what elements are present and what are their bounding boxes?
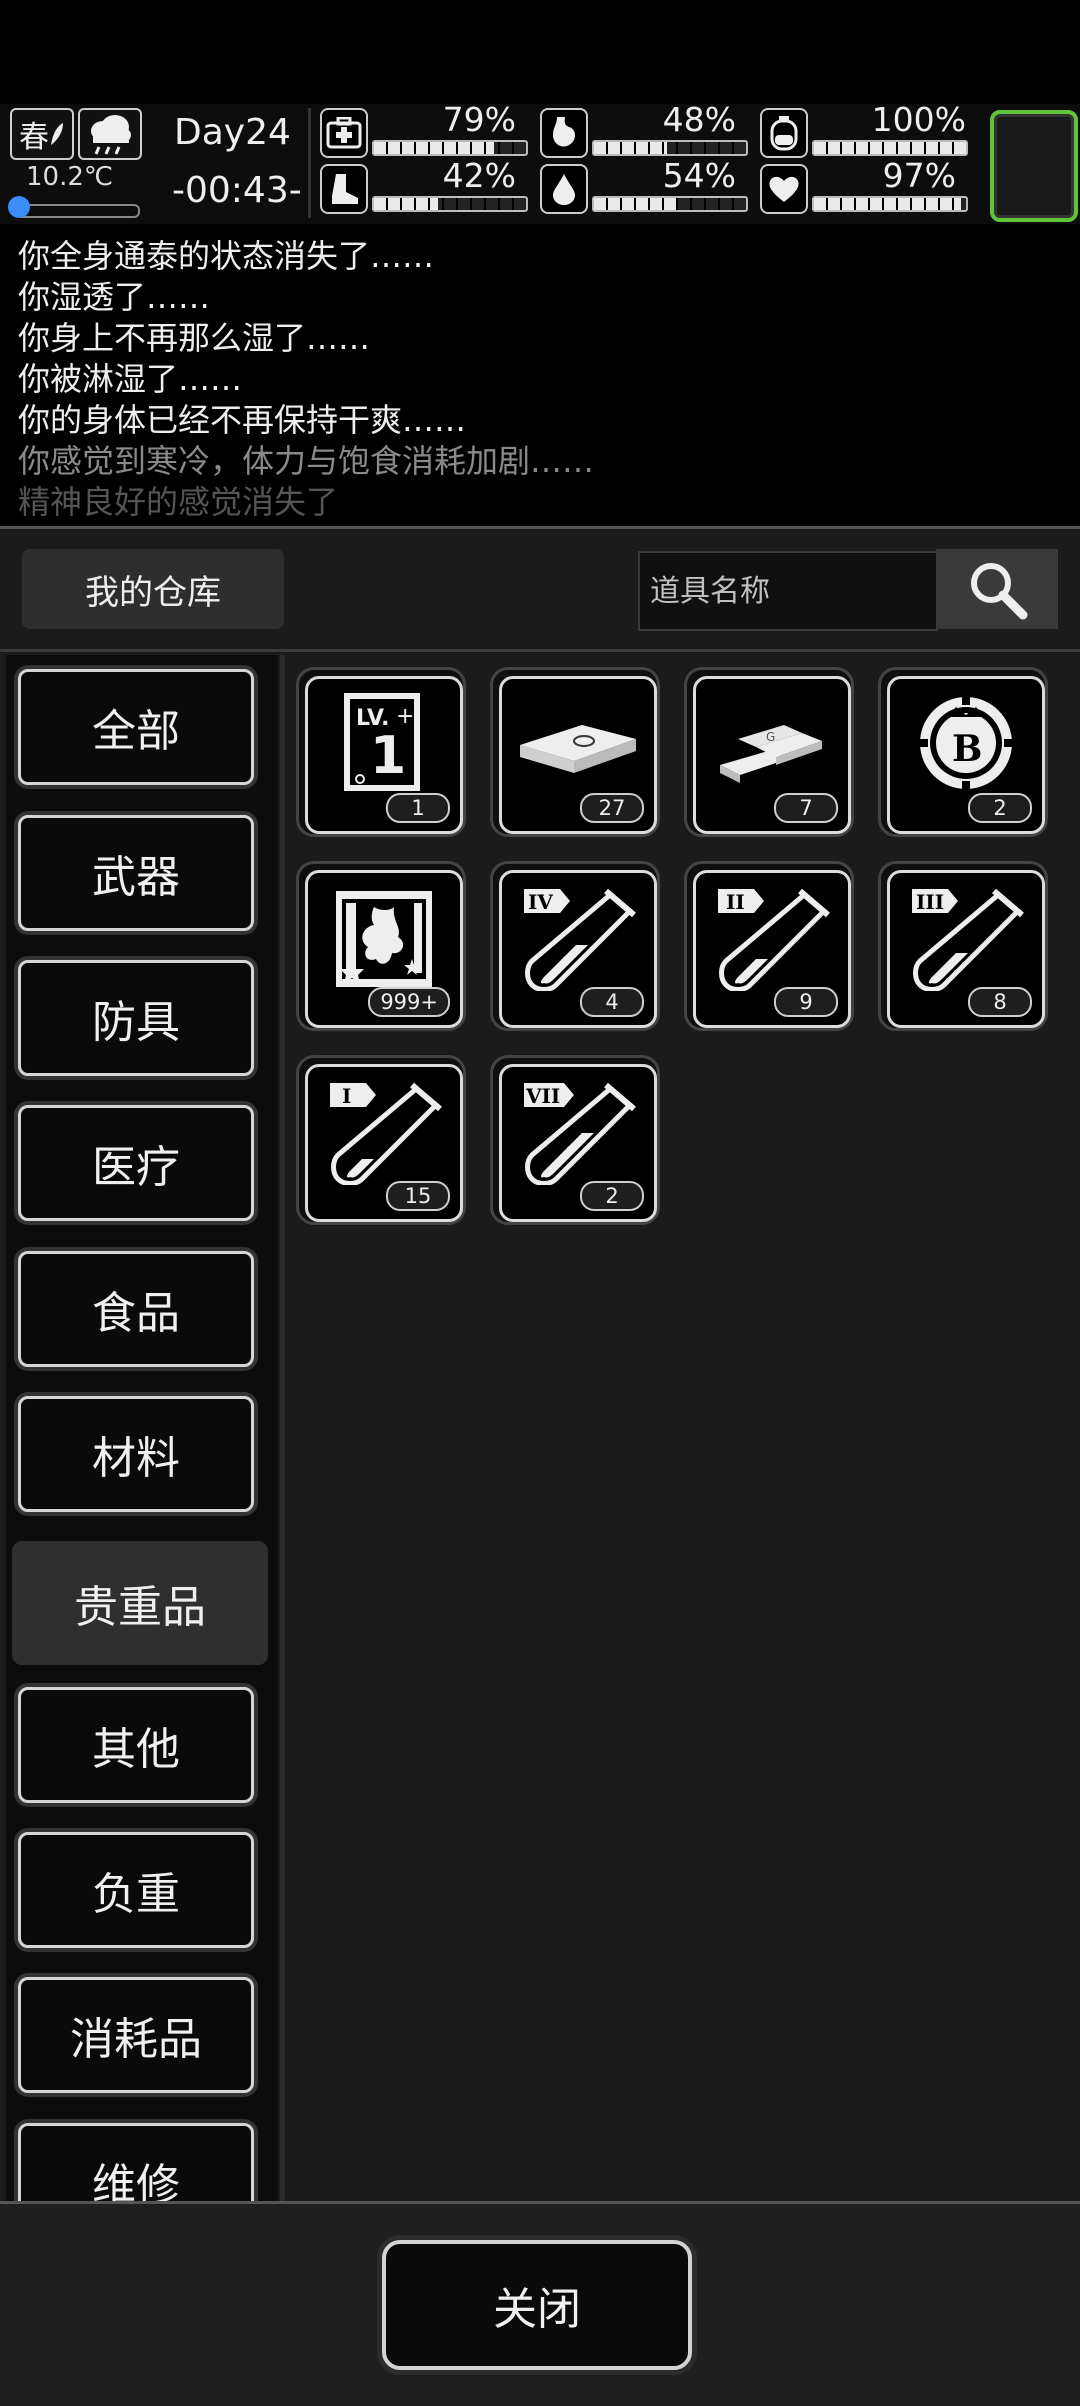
category-all-button[interactable]: 全部 xyxy=(18,669,254,785)
item-slot[interactable]: III 8 xyxy=(878,861,1048,1031)
hud-divider xyxy=(308,108,311,218)
item-slot[interactable]: VII 2 xyxy=(490,1055,660,1225)
item-count: 7 xyxy=(774,793,838,823)
item-slot[interactable]: I 15 xyxy=(296,1055,466,1225)
item-count: 4 xyxy=(580,987,644,1017)
item-count: 2 xyxy=(968,793,1032,823)
water-drop-icon xyxy=(540,164,588,214)
category-valuables-button[interactable]: 贵重品 xyxy=(12,1541,268,1665)
thirst-percent: 54% xyxy=(662,156,736,195)
test-tube-ii-icon: II xyxy=(718,888,830,991)
stamina-bar xyxy=(372,196,528,212)
hunger-bar xyxy=(592,140,748,156)
season-label: 春 xyxy=(19,120,49,155)
cash-stack-icon xyxy=(520,725,636,773)
boot-icon xyxy=(320,164,368,214)
level-card-icon: LV. + 1 xyxy=(344,693,420,791)
test-tube-iv-icon: IV xyxy=(524,888,636,991)
game-clock: -00:43- xyxy=(172,170,302,211)
temperature-indicator xyxy=(8,196,30,218)
casino-chip-icon: B xyxy=(918,695,1014,791)
thirst-bar xyxy=(592,196,748,212)
warehouse-title: 我的仓库 xyxy=(22,549,284,629)
health-bar xyxy=(372,140,528,156)
test-tube-iii-icon: III xyxy=(912,888,1024,991)
test-tube-vii-icon: VII xyxy=(524,1082,636,1185)
item-slot[interactable]: IV 4 xyxy=(490,861,660,1031)
panel-divider xyxy=(0,649,1080,652)
temperature-readout: 10.2℃ xyxy=(26,162,114,192)
svg-text:B: B xyxy=(952,728,982,770)
svg-text:IV: IV xyxy=(528,890,553,914)
log-line: 精神良好的感觉消失了 xyxy=(18,483,339,516)
item-count: 999+ xyxy=(368,987,450,1017)
search-field[interactable] xyxy=(638,551,938,631)
search-input[interactable] xyxy=(640,553,936,629)
category-weapons-button[interactable]: 武器 xyxy=(18,815,254,931)
item-slot[interactable]: LV. + 1 1 xyxy=(296,667,466,837)
item-slot[interactable]: II 9 xyxy=(684,861,854,1031)
category-consumables-button[interactable]: 消耗品 xyxy=(18,1977,254,2093)
item-count: 8 xyxy=(968,987,1032,1017)
leaf-icon xyxy=(51,123,63,145)
ginseng-card-icon xyxy=(336,891,432,987)
message-log: 你全身通泰的状态消失了…… 你湿透了…… 你身上不再那么湿了…… 你被淋湿了……… xyxy=(0,236,1080,516)
item-count: 27 xyxy=(580,793,644,823)
log-line: 你被淋湿了…… xyxy=(18,360,243,398)
column-divider xyxy=(280,655,285,2201)
mood-bar xyxy=(812,196,968,212)
bladder-percent: 100% xyxy=(871,100,966,139)
weather-badge xyxy=(78,108,142,160)
stomach-icon xyxy=(540,108,588,158)
hunger-percent: 48% xyxy=(662,100,736,139)
log-line: 你身上不再那么湿了…… xyxy=(18,319,371,357)
gold-bars-icon: G xyxy=(720,725,822,783)
heart-icon xyxy=(760,164,808,214)
svg-text:1: 1 xyxy=(370,726,406,786)
svg-text:I: I xyxy=(342,1084,351,1108)
item-count: 9 xyxy=(774,987,838,1017)
bladder-bar xyxy=(812,140,968,156)
item-slot[interactable]: 999+ xyxy=(296,861,466,1031)
category-armor-button[interactable]: 防具 xyxy=(18,960,254,1076)
bladder-icon xyxy=(760,108,808,158)
category-carry-button[interactable]: 负重 xyxy=(18,1832,254,1948)
rain-cloud-icon xyxy=(91,115,131,155)
item-slot[interactable]: G 7 xyxy=(684,667,854,837)
medkit-icon xyxy=(320,108,368,158)
log-line: 你感觉到寒冷，体力与饱食消耗加剧…… xyxy=(18,442,595,480)
log-line: 你全身通泰的状态消失了…… xyxy=(18,237,435,275)
category-list[interactable]: 全部 武器 防具 医疗 食品 材料 贵重品 其他 负重 消耗品 维修 xyxy=(6,655,278,2201)
equipped-slot[interactable] xyxy=(990,110,1078,222)
search-icon xyxy=(971,563,1028,620)
category-materials-button[interactable]: 材料 xyxy=(18,1396,254,1512)
log-line: 你湿透了…… xyxy=(18,278,211,316)
svg-text:III: III xyxy=(916,890,944,914)
mood-percent: 97% xyxy=(882,156,956,195)
health-percent: 79% xyxy=(442,100,516,139)
warehouse-panel: 我的仓库 全部 武器 防具 医疗 食品 材料 贵重品 其他 负重 消耗品 维修 xyxy=(0,526,1080,2406)
bottom-bar: 关闭 xyxy=(0,2201,1080,2406)
log-line: 你的身体已经不再保持干爽…… xyxy=(18,401,467,439)
category-repair-button[interactable]: 维修 xyxy=(18,2123,254,2201)
svg-text:G: G xyxy=(766,730,775,744)
item-slot[interactable]: B 2 xyxy=(878,667,1048,837)
season-badge: 春 xyxy=(10,108,74,160)
stamina-percent: 42% xyxy=(442,156,516,195)
search-button[interactable] xyxy=(936,549,1058,629)
close-button[interactable]: 关闭 xyxy=(382,2240,692,2370)
item-count: 1 xyxy=(386,793,450,823)
category-medical-button[interactable]: 医疗 xyxy=(18,1105,254,1221)
day-counter: Day24 xyxy=(174,112,291,153)
category-food-button[interactable]: 食品 xyxy=(18,1251,254,1367)
status-hud: 春 10.2℃ Day24 -00:43- 79% 48% 100% 42% 5… xyxy=(0,100,1080,224)
test-tube-i-icon: I xyxy=(330,1082,442,1185)
item-slot[interactable]: 27 xyxy=(490,667,660,837)
item-count: 2 xyxy=(580,1181,644,1211)
item-count: 15 xyxy=(386,1181,450,1211)
temperature-gauge xyxy=(16,204,140,218)
category-other-button[interactable]: 其他 xyxy=(18,1687,254,1803)
svg-text:II: II xyxy=(726,890,745,914)
svg-text:VII: VII xyxy=(525,1084,560,1108)
